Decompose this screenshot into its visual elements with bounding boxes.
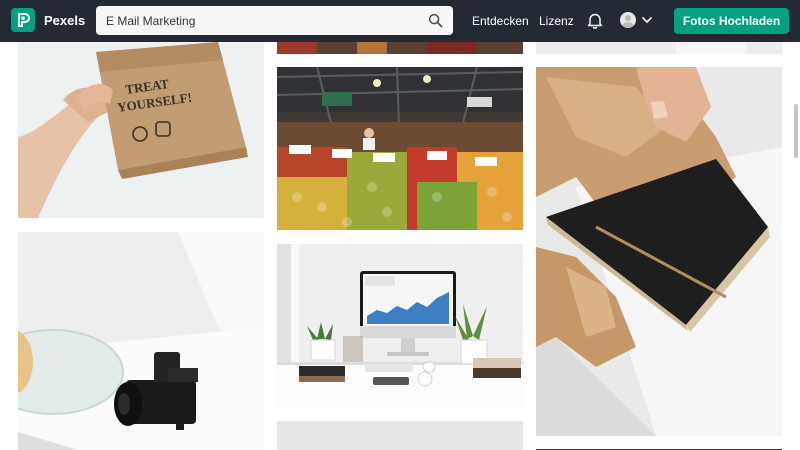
nav-license-link[interactable]: Lizenz — [539, 14, 574, 28]
photo-partial-bottom-col2[interactable] — [277, 421, 523, 450]
page-scrollbar[interactable] — [794, 104, 798, 158]
photo-partial-top-col3[interactable] — [536, 42, 782, 54]
bell-icon[interactable] — [587, 12, 603, 29]
chevron-down-icon[interactable] — [642, 16, 652, 24]
search-bar[interactable] — [96, 6, 453, 35]
photo-camera-desk[interactable] — [18, 232, 264, 450]
search-icon[interactable] — [428, 13, 443, 28]
search-input[interactable] — [106, 7, 416, 34]
avatar[interactable] — [620, 12, 636, 28]
app-name[interactable]: Pexels — [44, 13, 85, 28]
pexels-logo-icon[interactable] — [11, 8, 35, 32]
upload-photos-button[interactable]: Fotos Hochladen — [674, 8, 789, 34]
photo-market-top[interactable] — [277, 42, 523, 54]
nav-explore-link[interactable]: Entdecken — [472, 14, 529, 28]
photo-fruit-market[interactable] — [277, 67, 523, 230]
top-navigation-bar: Pexels Entdecken Lizenz Fotos Hochladen — [0, 0, 800, 42]
photo-notebook-packaging[interactable] — [536, 67, 782, 436]
photo-paper-bag[interactable]: TREAT YOURSELF! — [18, 42, 264, 218]
photo-imac-desk[interactable] — [277, 244, 523, 408]
